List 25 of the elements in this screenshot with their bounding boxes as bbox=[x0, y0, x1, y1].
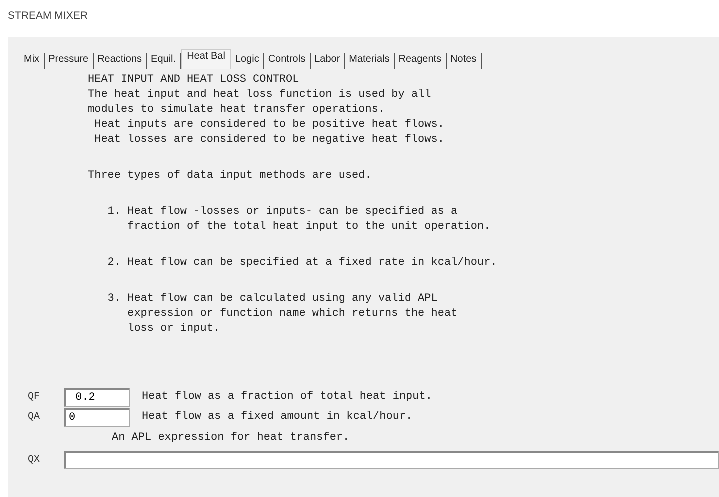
tab[interactable]: Reagents bbox=[394, 53, 447, 69]
tab[interactable]: Materials bbox=[345, 53, 395, 69]
input-field[interactable]: ¯0.2 bbox=[64, 388, 130, 406]
tab[interactable]: Mix bbox=[20, 53, 45, 69]
tab[interactable]: Logic bbox=[231, 53, 264, 69]
field-label: QX bbox=[27, 454, 42, 468]
tab[interactable]: Notes bbox=[446, 53, 482, 69]
tab[interactable]: Heat Bal bbox=[181, 49, 232, 69]
help-paragraph: HEAT INPUT AND HEAT LOSS CONTROL The heat input and heat loss function is used by all modules to simulate heat transfer operations. Heat inputs are considered to be positive heat flows. Heat losses are considered to be negative heat flows. bbox=[88, 73, 446, 148]
field-description: Heat flow as a fixed amount in kcal/hour. bbox=[142, 410, 413, 424]
field-label: QF bbox=[27, 390, 42, 404]
expression-field[interactable] bbox=[64, 451, 719, 469]
help-paragraph: 3. Heat flow can be calculated using any valid APL expression or function name which returns the heat loss or input. bbox=[106, 292, 459, 337]
tab[interactable]: Controls bbox=[264, 53, 311, 69]
field-description: Heat flow as a fraction of total heat input. bbox=[142, 390, 432, 404]
tab[interactable]: Pressure bbox=[44, 53, 94, 69]
help-paragraph: 1. Heat flow -losses or inputs- can be specified as a fraction of the total heat input to the unit operation. bbox=[106, 205, 492, 235]
tab[interactable]: Labor bbox=[310, 53, 346, 69]
field-label: QA bbox=[27, 410, 42, 424]
input-field[interactable]: 0 bbox=[64, 408, 130, 426]
help-paragraph: 2. Heat flow can be specified at a fixed rate in kcal/hour. bbox=[106, 256, 498, 271]
window-title: STREAM MIXER bbox=[8, 10, 88, 22]
tab[interactable]: Reactions bbox=[94, 53, 148, 69]
help-paragraph: Three types of data input methods are used. bbox=[88, 169, 373, 184]
expression-caption: An APL expression for heat transfer. bbox=[111, 431, 351, 446]
